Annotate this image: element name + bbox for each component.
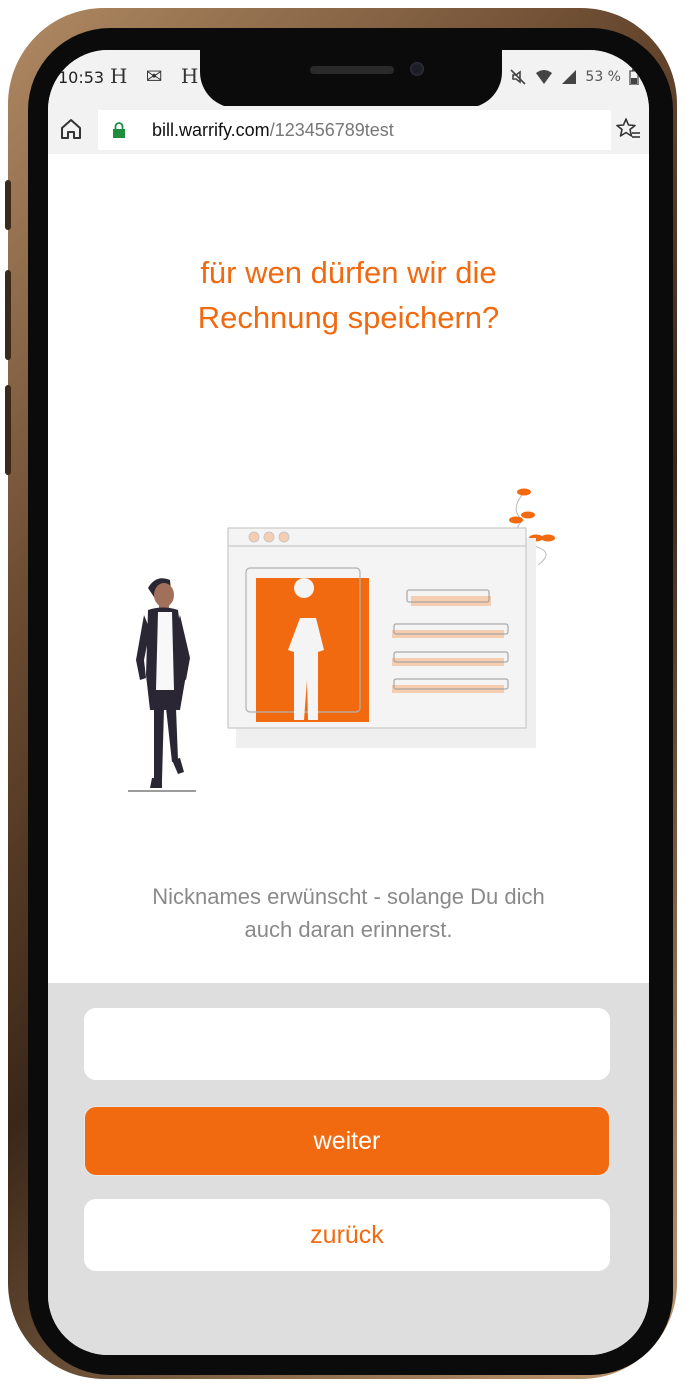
mute-icon bbox=[510, 69, 526, 85]
page-title: für wen dürfen wir die Rechnung speicher… bbox=[48, 250, 649, 340]
page-title-line-2: Rechnung speichern? bbox=[197, 300, 500, 335]
helper-text-line-1: Nicknames erwünscht - solange Du dich bbox=[152, 884, 545, 909]
status-right-icons: 53 % bbox=[509, 68, 639, 86]
home-icon[interactable] bbox=[58, 116, 84, 142]
form-panel: weiter zurück bbox=[48, 983, 649, 1355]
notification-icons: H ✉ H bbox=[110, 64, 205, 88]
front-camera bbox=[410, 62, 424, 76]
page-title-line-1: für wen dürfen wir die bbox=[200, 255, 497, 290]
bookmark-star-icon[interactable] bbox=[615, 116, 641, 142]
window-graphic bbox=[227, 527, 536, 748]
speaker-grille bbox=[310, 66, 394, 74]
wifi-icon bbox=[536, 70, 553, 84]
side-button-mute bbox=[5, 180, 11, 230]
url-path: /123456789test bbox=[269, 120, 394, 140]
side-button-volume-down bbox=[5, 385, 11, 475]
helper-text-line-2: auch daran erinnerst. bbox=[244, 917, 453, 942]
nickname-input[interactable] bbox=[84, 1008, 610, 1080]
status-time: 10:53 bbox=[58, 68, 105, 87]
battery-percent: 53 % bbox=[585, 69, 621, 85]
url-domain: bill.warrify.com bbox=[152, 120, 270, 140]
signal-icon bbox=[562, 70, 577, 84]
profile-illustration bbox=[128, 488, 555, 792]
side-button-volume-up bbox=[5, 270, 11, 360]
next-button[interactable]: weiter bbox=[84, 1106, 610, 1176]
browser-url-bar: bill.warrify.com/123456789test bbox=[48, 106, 649, 154]
status-bar: 10:53 H ✉ H 53 % bbox=[48, 50, 649, 108]
url-text: bill.warrify.com/123456789test bbox=[152, 120, 394, 141]
helper-text: Nicknames erwünscht - solange Du dich au… bbox=[78, 880, 619, 946]
person-figure bbox=[128, 578, 196, 792]
lock-icon bbox=[113, 122, 125, 138]
notch bbox=[200, 50, 502, 108]
back-button[interactable]: zurück bbox=[84, 1199, 610, 1271]
address-field[interactable]: bill.warrify.com/123456789test bbox=[98, 110, 611, 150]
battery-icon bbox=[629, 69, 639, 85]
phone-screen: 10:53 H ✉ H 53 % bill.warrify.com/123456… bbox=[48, 50, 649, 1355]
